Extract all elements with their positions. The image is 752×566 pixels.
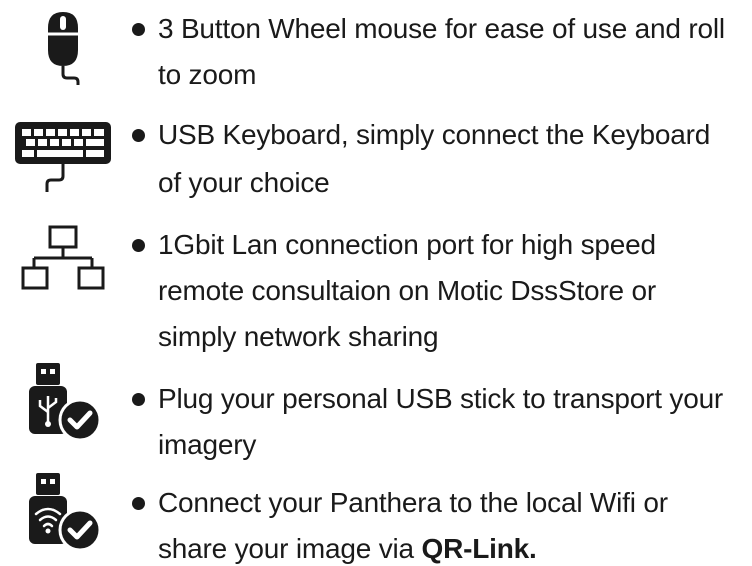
feature-keyboard-line-1: USB Keyboard, simply connect the Keyboar… <box>158 119 711 150</box>
bullet <box>132 129 145 142</box>
feature-mouse-line-1: 3 Button Wheel mouse for ease of use and… <box>158 13 725 44</box>
feature-network-line-3: simply network sharing <box>158 321 439 352</box>
bullet <box>132 239 145 252</box>
feature-usb-line-2: imagery <box>158 429 257 460</box>
feature-wifi-line-2: share your image via QR-Link. <box>158 532 537 566</box>
mouse-icon <box>48 12 80 85</box>
wifi-usb-check-icon <box>29 473 102 552</box>
bullet <box>132 393 145 406</box>
feature-wifi-line-2-text: share your image via <box>158 533 422 564</box>
usb-stick-check-icon <box>29 363 102 442</box>
feature-network-line-2: remote consultaion on Motic DssStore or <box>158 275 656 306</box>
feature-wifi-line-1: Connect your Panthera to the local Wifi … <box>158 487 668 518</box>
qr-link-emphasis: QR-Link. <box>421 533 537 564</box>
feature-mouse-line-2: to zoom <box>158 59 257 90</box>
network-icon <box>21 225 105 290</box>
feature-keyboard-line-2: of your choice <box>158 167 330 198</box>
keyboard-icon <box>15 122 111 192</box>
feature-network-line-1: 1Gbit Lan connection port for high speed <box>158 229 656 260</box>
bullet <box>132 23 145 36</box>
feature-usb-line-1: Plug your personal USB stick to transpor… <box>158 383 724 414</box>
bullet <box>132 497 145 510</box>
